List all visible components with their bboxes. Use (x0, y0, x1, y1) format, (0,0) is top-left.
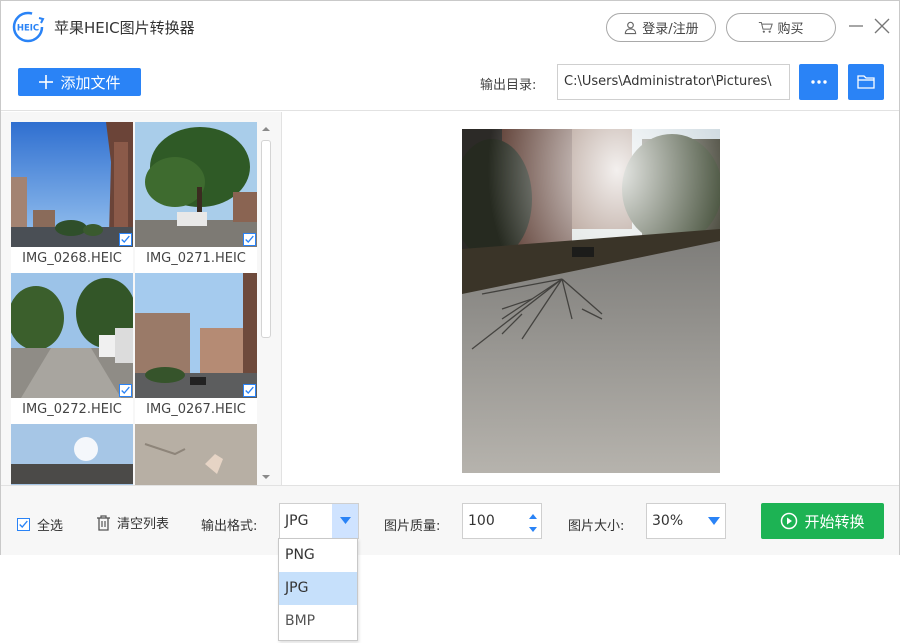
heic-logo-icon: HEIC (12, 11, 45, 43)
output-format-value: JPG (285, 513, 309, 529)
close-icon[interactable] (873, 17, 891, 35)
file-item[interactable]: IMG_0272.HEIC (11, 273, 133, 424)
output-dir-label: 输出目录: (480, 78, 537, 93)
format-dropdown-arrow[interactable] (332, 504, 358, 538)
file-thumbnail (11, 424, 133, 485)
triangle-down-icon[interactable] (708, 516, 720, 526)
scroll-up-icon[interactable] (261, 124, 271, 134)
spin-down-icon[interactable] (528, 526, 538, 534)
file-thumbnail (135, 424, 257, 485)
file-thumbnail (11, 122, 133, 247)
file-name: IMG_0267.HEIC (135, 398, 257, 424)
play-circle-icon (781, 512, 798, 530)
file-thumbnail (135, 273, 257, 398)
file-item[interactable]: IMG_0271.HEIC (135, 122, 257, 273)
clear-list-label: 清空列表 (117, 517, 170, 532)
add-file-button[interactable]: 添加文件 (18, 68, 141, 96)
output-format-label: 输出格式: (201, 519, 258, 534)
select-all-checkbox[interactable]: 全选 (17, 515, 63, 534)
clear-list-button[interactable]: 清空列表 (96, 513, 169, 532)
file-list-pane: IMG_0268.HEIC IMG_0271.HEIC IMG_0272.HEI… (1, 112, 282, 485)
quality-label: 图片质量: (384, 519, 441, 534)
user-icon (625, 21, 637, 35)
app-title: 苹果HEIC图片转换器 (54, 19, 195, 37)
file-checkbox[interactable] (119, 233, 132, 246)
output-format-select[interactable]: JPG (279, 503, 359, 539)
file-name: IMG_0268.HEIC (11, 247, 133, 273)
trash-icon (97, 514, 110, 531)
title-bar: HEIC 苹果HEIC图片转换器 登录/注册 购买 (1, 1, 899, 53)
triangle-down-icon (339, 517, 351, 524)
quality-stepper[interactable]: 100 (462, 503, 542, 539)
file-thumbnail (11, 273, 133, 398)
buy-label: 购买 (777, 22, 804, 37)
file-thumbnail (135, 122, 257, 247)
file-list-scrollbar[interactable] (259, 122, 273, 485)
format-dropdown-list: PNG JPG BMP (278, 538, 358, 641)
size-value: 30% (652, 513, 684, 529)
start-convert-label: 开始转换 (804, 512, 865, 531)
file-item[interactable]: IMG_0268.HEIC (11, 122, 133, 273)
minimize-icon[interactable] (847, 17, 865, 35)
output-dir-value: C:\Users\Administrator\Pictures\ (564, 74, 772, 89)
scrollbar-thumb[interactable] (261, 140, 271, 338)
file-checkbox[interactable] (243, 384, 256, 397)
app-window: HEIC 苹果HEIC图片转换器 登录/注册 购买 添加文件 输出目录: C:\… (0, 0, 900, 555)
scroll-down-icon[interactable] (261, 472, 271, 482)
format-option-jpg[interactable]: JPG (279, 572, 357, 605)
thumbnail-grid: IMG_0268.HEIC IMG_0271.HEIC IMG_0272.HEI… (11, 122, 258, 485)
format-option-png[interactable]: PNG (279, 539, 357, 572)
file-item[interactable] (135, 424, 257, 485)
size-select[interactable]: 30% (646, 503, 726, 539)
output-dir-input[interactable]: C:\Users\Administrator\Pictures\ (557, 64, 790, 100)
bottom-bar: 全选 清空列表 输出格式: JPG 图片质量: 100 图片大小: 30% 开始… (1, 485, 899, 555)
select-all-box[interactable] (17, 518, 30, 531)
quality-value: 100 (468, 513, 495, 529)
file-item[interactable] (11, 424, 133, 485)
browse-more-button[interactable] (799, 64, 838, 100)
svg-text:HEIC: HEIC (17, 24, 39, 34)
preview-pane (283, 112, 899, 485)
add-file-label: 添加文件 (60, 73, 121, 92)
open-folder-button[interactable] (848, 64, 884, 100)
select-all-label: 全选 (37, 519, 64, 534)
size-label: 图片大小: (568, 519, 625, 534)
file-checkbox[interactable] (119, 384, 132, 397)
preview-image (462, 129, 720, 473)
file-name: IMG_0271.HEIC (135, 247, 257, 273)
file-checkbox[interactable] (243, 233, 256, 246)
start-convert-button[interactable]: 开始转换 (761, 503, 884, 539)
login-button[interactable]: 登录/注册 (606, 13, 716, 42)
spin-up-icon[interactable] (528, 512, 538, 520)
format-option-bmp[interactable]: BMP (279, 605, 357, 638)
file-name: IMG_0272.HEIC (11, 398, 133, 424)
more-dots-icon (810, 80, 827, 84)
login-label: 登录/注册 (642, 22, 699, 37)
buy-button[interactable]: 购买 (726, 13, 836, 42)
plus-icon (39, 75, 54, 89)
check-icon (19, 520, 28, 529)
toolbar: 添加文件 输出目录: C:\Users\Administrator\Pictur… (1, 53, 899, 111)
folder-icon (857, 75, 875, 89)
cart-icon (759, 22, 774, 33)
file-item[interactable]: IMG_0267.HEIC (135, 273, 257, 424)
